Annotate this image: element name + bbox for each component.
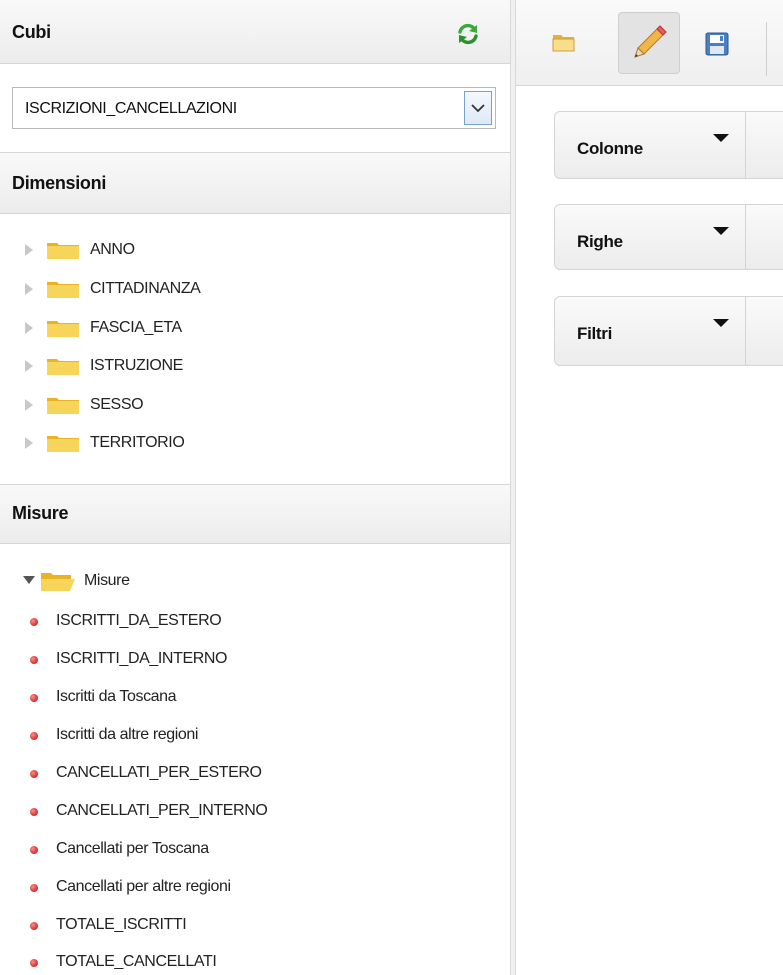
edit-button[interactable]	[618, 12, 680, 74]
measure-label: ISCRITTI_DA_INTERNO	[56, 650, 228, 667]
measure-item[interactable]: ISCRITTI_DA_INTERNO	[30, 649, 490, 671]
save-button[interactable]	[686, 12, 748, 74]
measure-bullet-icon	[30, 656, 38, 664]
measure-bullet-icon	[30, 959, 38, 967]
rows-dropdown-icon[interactable]	[713, 227, 729, 235]
folder-icon	[47, 398, 79, 414]
measure-bullet-icon	[30, 618, 38, 626]
rows-label: Righe	[577, 232, 623, 251]
measure-label: Cancellati per altre regioni	[56, 878, 231, 895]
cubes-header: Cubi	[0, 0, 510, 64]
chevron-down-icon	[471, 104, 485, 113]
filters-divider	[745, 297, 746, 365]
left-panel: Cubi ISCRIZIONI_CANCELLAZIONI Dimensioni	[0, 0, 510, 975]
folder-icon	[47, 321, 79, 337]
cube-select-dropdown-button[interactable]	[464, 91, 492, 125]
filters-drop-zone[interactable]: Filtri	[554, 296, 783, 366]
expand-arrow-icon[interactable]	[24, 282, 34, 296]
dimensions-title: Dimensioni	[12, 173, 107, 193]
measure-bullet-icon	[30, 732, 38, 740]
measure-bullet-icon	[30, 922, 38, 930]
measure-item[interactable]: Cancellati per altre regioni	[30, 877, 490, 899]
measure-label: CANCELLATI_PER_INTERNO	[56, 802, 268, 819]
save-icon	[705, 32, 729, 56]
dimension-label: ANNO	[90, 241, 135, 258]
refresh-icon[interactable]	[456, 22, 480, 46]
pencil-icon	[634, 25, 667, 58]
measures-folder[interactable]: Misure	[22, 570, 222, 592]
dimension-label: SESSO	[90, 396, 144, 413]
measure-label: Cancellati per Toscana	[56, 840, 209, 857]
rows-divider	[745, 205, 746, 269]
measure-bullet-icon	[30, 808, 38, 816]
folder-icon	[47, 359, 79, 375]
measure-item[interactable]: ISCRITTI_DA_ESTERO	[30, 611, 490, 633]
measure-item[interactable]: CANCELLATI_PER_INTERNO	[30, 801, 490, 823]
columns-dropdown-icon[interactable]	[713, 134, 729, 142]
folder-open-icon	[41, 573, 75, 591]
dimension-label: ISTRUZIONE	[90, 357, 183, 374]
dimension-label: FASCIA_ETA	[90, 319, 182, 336]
dimension-label: CITTADINANZA	[90, 280, 201, 297]
measure-label: TOTALE_ISCRITTI	[56, 916, 187, 933]
measure-item[interactable]: CANCELLATI_PER_ESTERO	[30, 763, 490, 785]
expand-arrow-icon[interactable]	[24, 436, 34, 450]
cubes-title: Cubi	[12, 22, 51, 42]
collapse-arrow-icon[interactable]	[22, 575, 36, 585]
columns-divider	[745, 112, 746, 178]
expand-arrow-icon[interactable]	[24, 321, 34, 335]
measure-label: Iscritti da altre regioni	[56, 726, 199, 743]
rows-drop-zone[interactable]: Righe	[554, 204, 783, 270]
toolbar	[516, 0, 783, 86]
measure-bullet-icon	[30, 694, 38, 702]
measure-bullet-icon	[30, 770, 38, 778]
measure-label: TOTALE_CANCELLATI	[56, 953, 217, 970]
measure-item[interactable]: Iscritti da altre regioni	[30, 725, 490, 747]
cube-select[interactable]: ISCRIZIONI_CANCELLAZIONI	[12, 87, 496, 129]
folder-icon	[47, 243, 79, 259]
measures-folder-label: Misure	[84, 572, 130, 589]
dimensions-header: Dimensioni	[0, 152, 510, 214]
folder-icon	[47, 436, 79, 452]
filters-label: Filtri	[577, 324, 613, 343]
columns-drop-zone[interactable]: Colonne	[554, 111, 783, 179]
measure-label: CANCELLATI_PER_ESTERO	[56, 764, 262, 781]
folder-icon	[47, 282, 79, 298]
measure-item[interactable]: Iscritti da Toscana	[30, 687, 490, 709]
measure-item[interactable]: TOTALE_CANCELLATI	[30, 952, 490, 974]
measure-bullet-icon	[30, 884, 38, 892]
filters-dropdown-icon[interactable]	[713, 319, 729, 327]
measure-item[interactable]: Cancellati per Toscana	[30, 839, 490, 861]
measures-header: Misure	[0, 484, 510, 544]
dimension-label: TERRITORIO	[90, 434, 185, 451]
measures-title: Misure	[12, 503, 69, 523]
toolbar-separator	[766, 22, 767, 76]
cube-select-value: ISCRIZIONI_CANCELLAZIONI	[25, 100, 237, 117]
expand-arrow-icon[interactable]	[24, 359, 34, 373]
measure-item[interactable]: TOTALE_ISCRITTI	[30, 915, 490, 937]
panel-splitter[interactable]	[510, 0, 516, 975]
columns-label: Colonne	[577, 139, 643, 158]
measure-bullet-icon	[30, 846, 38, 854]
measure-label: Iscritti da Toscana	[56, 688, 177, 705]
measure-label: ISCRITTI_DA_ESTERO	[56, 612, 222, 629]
open-button[interactable]	[532, 12, 594, 74]
expand-arrow-icon[interactable]	[24, 243, 34, 257]
expand-arrow-icon[interactable]	[24, 398, 34, 412]
folder-open-icon	[552, 35, 575, 52]
